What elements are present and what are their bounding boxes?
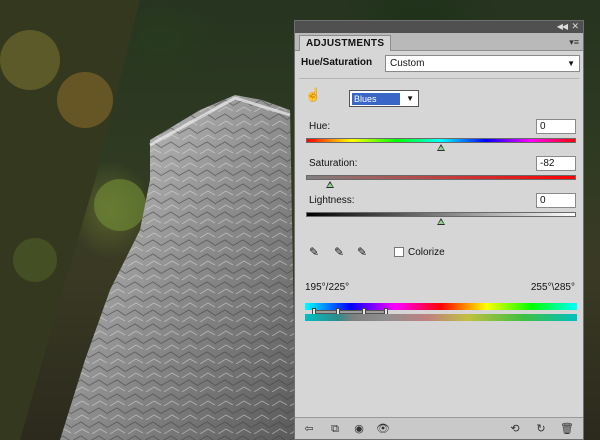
preset-dropdown[interactable]: Custom ▼ <box>385 55 580 72</box>
visibility-layer-icon[interactable]: ◉ <box>351 421 367 437</box>
divider <box>299 78 579 79</box>
preset-value: Custom <box>390 58 425 69</box>
channel-value: Blues <box>352 93 400 105</box>
adjustments-panel: ◀◀ ✕ ADJUSTMENTS ▾≡ Hue/Saturation Custo… <box>294 20 584 440</box>
lightness-slider-thumb[interactable] <box>437 218 445 225</box>
tab-adjustments[interactable]: ADJUSTMENTS <box>299 35 392 51</box>
range-left-readout: 195°/225° <box>305 282 350 293</box>
eyedropper-icon[interactable]: ✎ <box>307 245 321 259</box>
back-arrow-icon[interactable]: ⇦ <box>301 421 317 437</box>
eyedropper-minus-icon[interactable]: ✎ <box>355 245 369 259</box>
view-previous-state-icon[interactable]: ⟲ <box>507 421 523 437</box>
hue-slider-track[interactable] <box>306 138 576 143</box>
hand-tool-icon[interactable]: ☝ <box>305 87 321 103</box>
adjustment-title: Hue/Saturation <box>301 57 373 68</box>
eye-icon[interactable]: 👁 <box>375 421 391 437</box>
panel-bottom-toolbar: ⇦ ⧉ ◉ 👁 ⟲ ↻ 🗑 <box>295 417 583 439</box>
close-icon[interactable]: ✕ <box>571 21 579 32</box>
lightness-input[interactable]: 0 <box>536 193 576 208</box>
chevron-down-icon: ▼ <box>567 59 575 68</box>
colorize-checkbox[interactable] <box>394 247 404 257</box>
saturation-input[interactable]: -82 <box>536 156 576 171</box>
input-color-bar <box>305 303 577 310</box>
clip-to-layer-icon[interactable]: ⧉ <box>327 421 343 437</box>
lightness-label: Lightness: <box>309 195 355 206</box>
saturation-label: Saturation: <box>309 158 358 169</box>
trash-icon[interactable]: 🗑 <box>559 421 575 437</box>
collapse-panel-icon[interactable]: ◀◀ <box>557 22 568 31</box>
hue-input[interactable]: 0 <box>536 119 576 134</box>
hue-label: Hue: <box>309 121 331 132</box>
panel-tab-row: ADJUSTMENTS ▾≡ <box>295 33 583 51</box>
eyedropper-plus-icon[interactable]: ✎ <box>332 245 346 259</box>
chevron-down-icon: ▼ <box>406 94 414 103</box>
lightness-slider-track[interactable] <box>306 212 576 217</box>
saturation-slider-thumb[interactable] <box>326 181 334 188</box>
channel-dropdown[interactable]: Blues ▼ <box>349 90 419 107</box>
panel-menu-icon[interactable]: ▾≡ <box>569 37 579 48</box>
saturation-slider-track[interactable] <box>306 175 576 180</box>
panel-title-bar: ◀◀ ✕ <box>295 21 583 33</box>
range-right-readout: 255°\285° <box>530 282 575 293</box>
output-color-bar <box>305 314 577 321</box>
reset-icon[interactable]: ↻ <box>533 421 549 437</box>
hue-slider-thumb[interactable] <box>437 144 445 151</box>
colorize-label: Colorize <box>408 247 445 258</box>
